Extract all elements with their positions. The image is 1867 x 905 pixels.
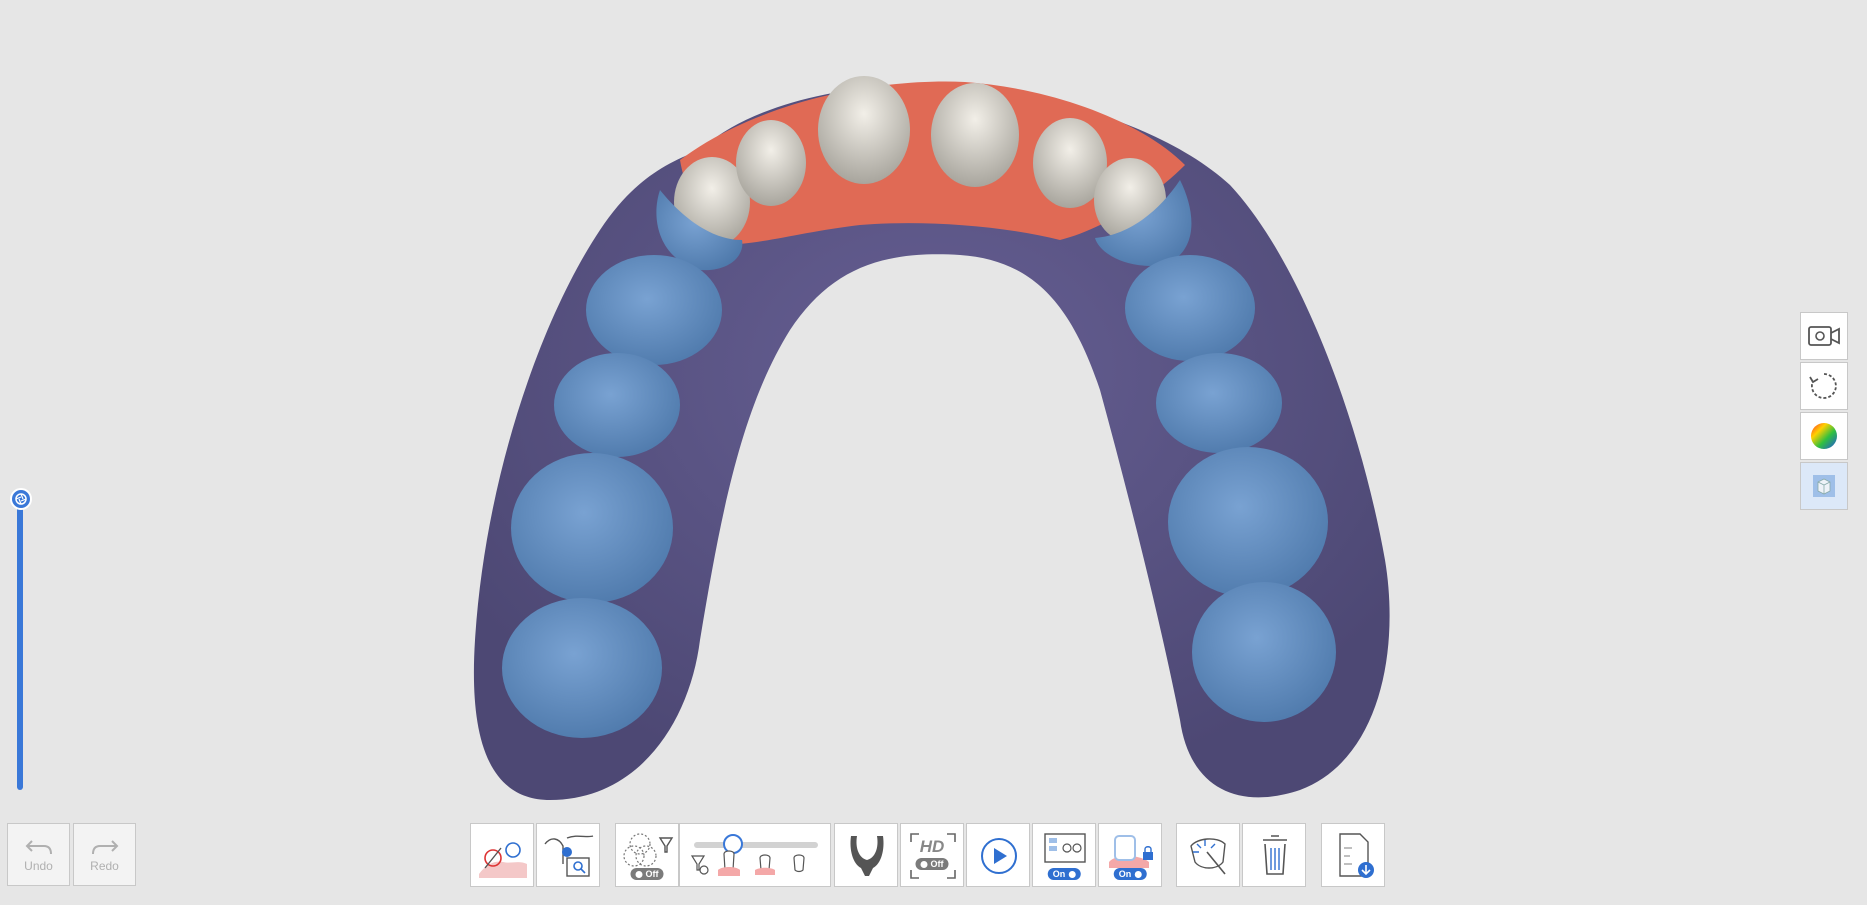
lock-region-button[interactable]: On: [1098, 823, 1162, 887]
view-cube-button[interactable]: [1800, 462, 1848, 510]
scan-data-search-button[interactable]: [536, 823, 600, 887]
reset-view-button[interactable]: [1800, 362, 1848, 410]
filter-overlap-button[interactable]: Off: [615, 823, 679, 887]
smart-select-button[interactable]: [1176, 823, 1240, 887]
hd-toggle[interactable]: Off: [915, 858, 949, 870]
data-filter-slider[interactable]: [679, 823, 831, 887]
screen-recording-button[interactable]: [1800, 312, 1848, 360]
play-button[interactable]: [966, 823, 1030, 887]
export-file-button[interactable]: [1321, 823, 1385, 887]
arch-shape-button[interactable]: [834, 823, 898, 887]
reset-view-icon: [1809, 373, 1837, 399]
delete-button[interactable]: [1242, 823, 1306, 887]
trash-icon: [1263, 835, 1287, 875]
brightness-slider[interactable]: [10, 488, 32, 804]
scan-area-filter-button[interactable]: [470, 823, 534, 887]
filter-overlap-toggle[interactable]: Off: [630, 868, 664, 880]
slider-track[interactable]: [17, 500, 23, 790]
lock-region-toggle[interactable]: On: [1113, 868, 1147, 880]
redo-button[interactable]: Redo: [73, 823, 136, 886]
play-icon: [981, 838, 1017, 874]
redo-label: Redo: [90, 858, 119, 873]
undo-arrow-icon: [25, 839, 52, 854]
filter-level-icons: [690, 850, 805, 876]
color-map-icon: [1811, 423, 1837, 449]
arch-shape-icon: [850, 836, 884, 876]
export-file-icon: [1339, 833, 1374, 878]
undo-label: Undo: [24, 858, 53, 873]
aperture-icon: [15, 493, 27, 505]
smart-select-icon: [1190, 838, 1226, 875]
slider-thumb[interactable]: [10, 488, 32, 510]
color-map-button[interactable]: [1800, 412, 1848, 460]
3d-viewport[interactable]: [0, 0, 1867, 905]
scan-area-filter-icon: [479, 842, 527, 878]
undo-button[interactable]: Undo: [7, 823, 70, 886]
redo-arrow-icon: [91, 839, 118, 854]
view-cube-icon: [1813, 475, 1835, 497]
dual-view-button[interactable]: On: [1032, 823, 1096, 887]
hd-scan-button[interactable]: HD Off: [900, 823, 964, 887]
scan-data-search-icon: [544, 835, 594, 877]
hd-label: HD: [919, 837, 945, 856]
screen-recording-icon: [1808, 326, 1840, 346]
dental-arch-scan: [473, 76, 1390, 800]
dual-view-toggle[interactable]: On: [1047, 868, 1081, 880]
